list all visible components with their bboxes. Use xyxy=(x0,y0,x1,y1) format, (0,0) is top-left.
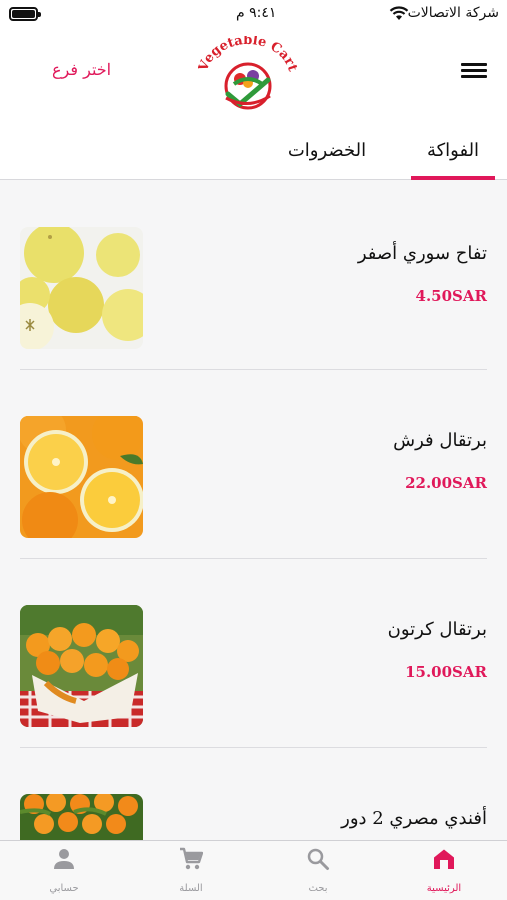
category-tabs: الفواكة الخضروات xyxy=(0,120,507,180)
product-image xyxy=(20,794,143,841)
product-price: 15.00SAR xyxy=(405,663,487,681)
clock: ٩:٤١ م xyxy=(236,5,277,21)
product-name: برتقال فرش xyxy=(393,430,487,451)
list-item[interactable]: تفاح سوري أصفر 4.50SAR xyxy=(20,181,487,370)
tab-vegetables[interactable]: الخضروات xyxy=(277,120,377,180)
tab-search[interactable]: بحث xyxy=(255,841,381,900)
search-icon xyxy=(307,848,329,870)
product-name: تفاح سوري أصفر xyxy=(357,243,487,264)
vegetable-cart-logo: Vegetable Cart xyxy=(198,36,298,110)
product-list: تفاح سوري أصفر 4.50SAR برتقال فرش 22.00S… xyxy=(0,181,507,841)
list-item[interactable]: أفندي مصري 2 دور xyxy=(20,748,487,841)
product-price: 4.50SAR xyxy=(415,287,487,305)
status-bar: شركة الاتصالات ٩:٤١ م xyxy=(0,0,507,30)
list-item[interactable]: برتقال فرش 22.00SAR xyxy=(20,370,487,559)
product-image xyxy=(20,605,143,727)
list-item[interactable]: برتقال كرتون 15.00SAR xyxy=(20,559,487,748)
cart-icon xyxy=(180,847,203,870)
hamburger-icon xyxy=(461,63,487,66)
tab-account-label: حسابي xyxy=(49,883,79,894)
select-branch-button[interactable]: اختر فرع xyxy=(52,60,111,79)
product-image xyxy=(20,227,143,349)
tab-home-label: الرئيسية xyxy=(426,883,462,894)
person-icon xyxy=(54,849,74,869)
tab-home[interactable]: الرئيسية xyxy=(381,841,507,900)
battery-icon xyxy=(9,7,41,21)
tab-search-label: بحث xyxy=(308,883,328,894)
carrier-name: شركة الاتصالات xyxy=(407,5,499,21)
product-price: 22.00SAR xyxy=(405,474,487,492)
app-header: اختر فرع Vegetable Cart xyxy=(0,30,507,120)
product-name: أفندي مصري 2 دور xyxy=(341,808,487,829)
product-name: برتقال كرتون xyxy=(387,619,487,640)
tab-account[interactable]: حسابي xyxy=(1,841,127,900)
home-icon xyxy=(434,849,454,869)
product-image xyxy=(20,416,143,538)
tab-fruits[interactable]: الفواكة xyxy=(411,120,495,180)
tab-cart-label: السلة xyxy=(179,883,203,894)
wifi-icon xyxy=(389,6,409,20)
bottom-tab-bar: الرئيسية بحث السلة حسابي xyxy=(0,840,507,900)
menu-button[interactable] xyxy=(461,60,487,82)
tab-cart[interactable]: السلة xyxy=(128,841,254,900)
